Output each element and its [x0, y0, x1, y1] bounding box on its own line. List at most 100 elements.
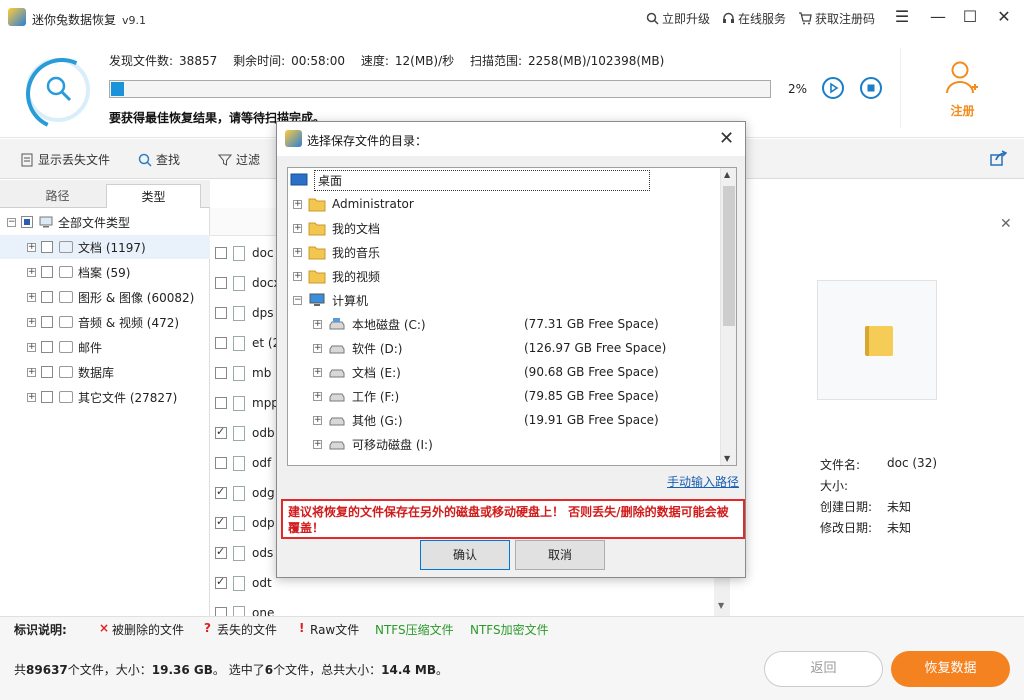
- tree-item-checkbox[interactable]: [41, 316, 53, 328]
- tab-path[interactable]: 路径: [10, 184, 105, 209]
- back-button[interactable]: 返回: [764, 651, 883, 687]
- preview-close-icon[interactable]: ✕: [1000, 216, 1012, 232]
- scroll-down-icon[interactable]: ▼: [718, 601, 724, 610]
- menu-button[interactable]: ☰: [888, 6, 916, 30]
- file-row-checkbox[interactable]: [215, 277, 227, 289]
- expand-icon[interactable]: +: [27, 392, 36, 402]
- expand-icon[interactable]: +: [27, 367, 36, 377]
- legend-deleted: 被删除的文件: [112, 623, 185, 637]
- file-row-checkbox[interactable]: [215, 485, 227, 499]
- scroll-up-icon[interactable]: ▲: [724, 170, 730, 179]
- directory-item[interactable]: + 我的视频: [293, 264, 718, 288]
- tree-item[interactable]: + 档案 (59): [0, 260, 210, 284]
- tab-type[interactable]: 类型: [106, 184, 201, 209]
- get-code-link[interactable]: 获取注册码: [798, 10, 875, 27]
- directory-item[interactable]: + 可移动磁盘 (I:): [313, 432, 718, 456]
- online-service-label: 在线服务: [738, 12, 787, 26]
- scroll-down-icon[interactable]: ▼: [724, 454, 730, 463]
- dialog-title: 选择保存文件的目录：: [307, 134, 428, 148]
- tree-item-checkbox[interactable]: [41, 291, 53, 303]
- directory-item[interactable]: + 本地磁盘 (C:) (77.31 GB Free Space): [313, 312, 718, 336]
- directory-item[interactable]: + 我的文档: [293, 216, 718, 240]
- tree-item[interactable]: + 文档 (1197): [0, 235, 210, 259]
- collapse-icon[interactable]: −: [7, 217, 16, 227]
- directory-tree-scrollbar[interactable]: ▲ ▼: [720, 168, 736, 465]
- expand-icon[interactable]: +: [313, 367, 322, 377]
- app-title: 迷你兔数据恢复 v9.1: [32, 11, 146, 28]
- tree-item[interactable]: + 数据库: [0, 360, 210, 384]
- directory-item[interactable]: + 其他 (G:) (19.91 GB Free Space): [313, 408, 718, 432]
- file-row-checkbox[interactable]: [215, 397, 227, 409]
- recover-button[interactable]: 恢复数据: [891, 651, 1010, 687]
- tree-item[interactable]: + 其它文件 (27827): [0, 385, 210, 409]
- expand-icon[interactable]: +: [293, 247, 302, 257]
- expand-icon[interactable]: +: [293, 271, 302, 281]
- minimize-button[interactable]: —: [924, 6, 952, 30]
- file-type-tree: − 全部文件类型 + 文档 (1197) + 档案 (59) + 图形 & 图像 (600…: [0, 208, 210, 616]
- close-button[interactable]: ✕: [990, 6, 1018, 30]
- tree-item[interactable]: + 音频 & 视频 (472): [0, 310, 210, 334]
- expand-icon[interactable]: +: [313, 391, 322, 401]
- scan-progress-ring: [26, 58, 90, 122]
- tree-item-checkbox[interactable]: [41, 341, 53, 353]
- expand-icon[interactable]: +: [313, 439, 322, 449]
- expand-icon[interactable]: +: [293, 223, 302, 233]
- expand-icon[interactable]: +: [27, 242, 36, 252]
- file-row-checkbox[interactable]: [215, 545, 227, 559]
- expand-icon[interactable]: +: [313, 415, 322, 425]
- tree-item-checkbox[interactable]: [41, 266, 53, 278]
- maximize-button[interactable]: ☐: [956, 6, 984, 30]
- file-row-name: odb: [252, 426, 275, 440]
- directory-item[interactable]: + 软件 (D:) (126.97 GB Free Space): [313, 336, 718, 360]
- scroll-thumb[interactable]: [723, 186, 735, 326]
- file-row-checkbox[interactable]: [215, 575, 227, 589]
- directory-item[interactable]: + 我的音乐: [293, 240, 718, 264]
- expand-icon[interactable]: +: [27, 267, 36, 277]
- export-button[interactable]: [990, 150, 1007, 166]
- collapse-icon[interactable]: −: [293, 295, 302, 305]
- show-lost-files-button[interactable]: 显示丢失文件: [20, 151, 110, 168]
- resume-button[interactable]: [822, 77, 844, 99]
- tree-item-checkbox[interactable]: [41, 366, 53, 378]
- expand-icon[interactable]: +: [27, 342, 36, 352]
- directory-item[interactable]: + 工作 (F:) (79.85 GB Free Space): [313, 384, 718, 408]
- expand-icon[interactable]: +: [293, 199, 302, 209]
- tree-root[interactable]: − 全部文件类型: [0, 210, 210, 234]
- tree-item-checkbox[interactable]: [41, 391, 53, 403]
- file-row-checkbox[interactable]: [215, 515, 227, 529]
- file-row-checkbox[interactable]: [215, 247, 227, 259]
- ok-button[interactable]: 确认: [420, 540, 510, 570]
- folder-icon: [865, 326, 893, 356]
- expand-icon[interactable]: +: [27, 317, 36, 327]
- stop-button[interactable]: [860, 77, 882, 99]
- file-row-checkbox[interactable]: [215, 307, 227, 319]
- upgrade-link[interactable]: 立即升级: [646, 10, 710, 27]
- register-button[interactable]: 注册: [900, 48, 1024, 128]
- tree-item[interactable]: + 图形 & 图像 (60082): [0, 285, 210, 309]
- online-service-link[interactable]: 在线服务: [722, 10, 786, 27]
- expand-icon[interactable]: +: [313, 343, 322, 353]
- preview-created-label: 创建日期:: [820, 500, 873, 514]
- minimize-icon: —: [930, 7, 946, 26]
- find-button[interactable]: 查找: [138, 151, 180, 168]
- directory-item[interactable]: + 文档 (E:) (90.68 GB Free Space): [313, 360, 718, 384]
- manual-path-link[interactable]: 手动输入路径: [667, 473, 739, 490]
- dialog-close-icon[interactable]: ✕: [719, 128, 734, 149]
- tree-item[interactable]: + 邮件: [0, 335, 210, 359]
- status-sel-suffix: 。: [436, 663, 449, 677]
- file-row-checkbox[interactable]: [215, 337, 227, 349]
- directory-item[interactable]: − 计算机: [293, 288, 718, 312]
- file-row-checkbox[interactable]: [215, 425, 227, 439]
- free-space-label: (77.31 GB Free Space): [524, 317, 659, 331]
- file-row-checkbox[interactable]: [215, 367, 227, 379]
- filter-button[interactable]: 过滤: [218, 151, 260, 168]
- tree-item-checkbox[interactable]: [41, 241, 53, 253]
- directory-item[interactable]: 桌面: [290, 168, 718, 192]
- dialog-title-bar: 选择保存文件的目录： ✕: [277, 122, 745, 156]
- directory-item[interactable]: + Administrator: [293, 192, 718, 216]
- file-row-checkbox[interactable]: [215, 457, 227, 469]
- expand-icon[interactable]: +: [313, 319, 322, 329]
- tree-root-checkbox[interactable]: [21, 216, 33, 228]
- expand-icon[interactable]: +: [27, 292, 36, 302]
- cancel-button[interactable]: 取消: [515, 540, 605, 570]
